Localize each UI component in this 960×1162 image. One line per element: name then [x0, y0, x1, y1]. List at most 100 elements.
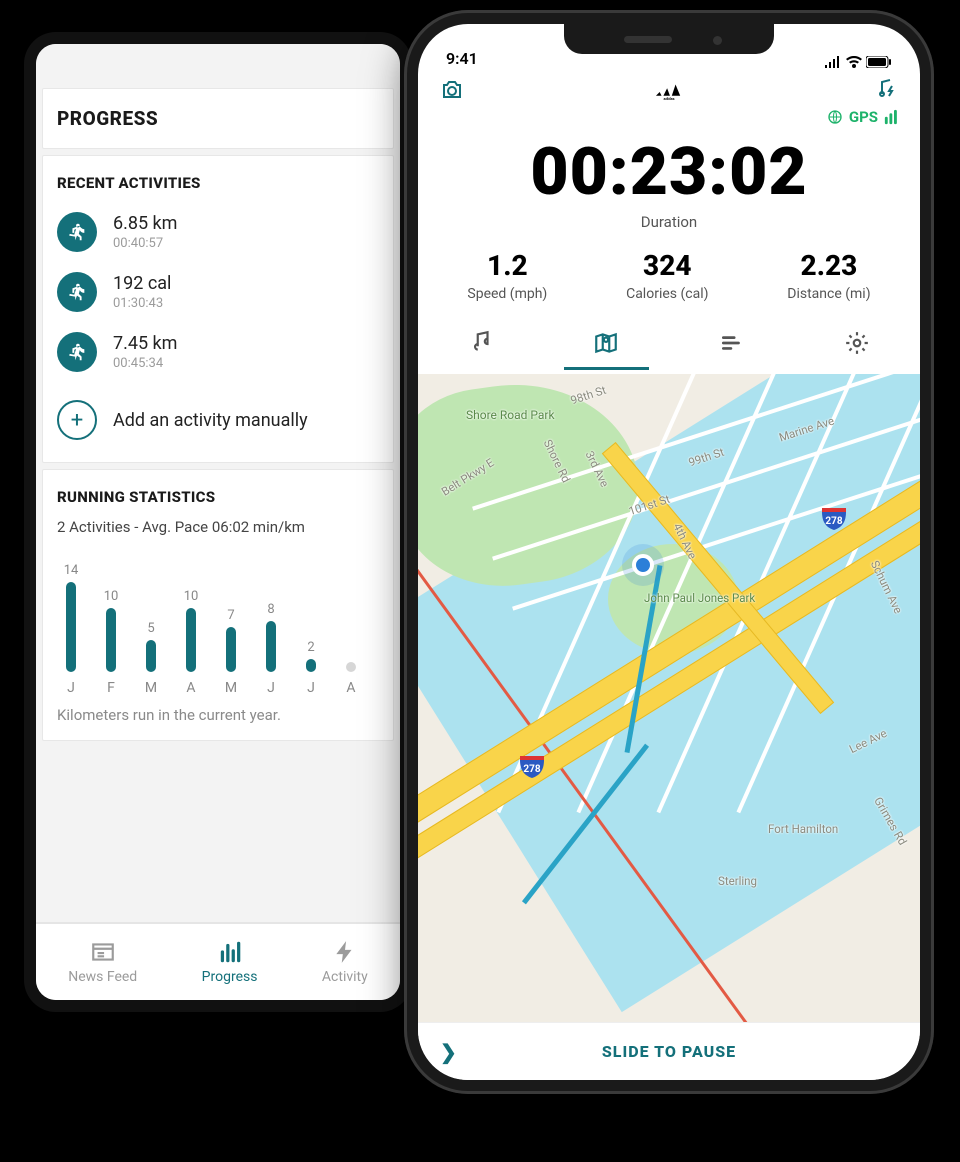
chart-month-label: J: [57, 680, 85, 696]
progress-icon: [217, 939, 243, 965]
tab-settings[interactable]: [795, 324, 921, 370]
slide-label: SLIDE TO PAUSE: [602, 1042, 736, 1061]
duration-timer: 00:23:02: [418, 134, 920, 211]
gps-indicator: GPS: [418, 108, 920, 126]
camera-button[interactable]: [438, 78, 466, 106]
progress-header-card: PROGRESS: [42, 88, 394, 149]
nav-label: Progress: [202, 969, 258, 985]
activity-screen: 9:41 adidas: [418, 24, 920, 1080]
iphone-notch: [564, 24, 774, 54]
duration-label: Duration: [418, 213, 920, 231]
interstate-shield-icon: 278: [518, 752, 546, 780]
iphone-frame: 9:41 adidas: [404, 10, 934, 1094]
chart-bar: 2: [297, 640, 325, 672]
android-phone-frame: PROGRESS RECENT ACTIVITIES 6.85 km 00:40…: [24, 32, 412, 1012]
activity-metric: 7.45 km: [113, 333, 177, 354]
tab-music[interactable]: [418, 324, 544, 370]
map-label-jpjones: John Paul Jones Park: [644, 592, 755, 605]
chart-bar: 7: [217, 608, 245, 672]
wifi-icon: [846, 56, 862, 68]
metrics-row: 1.2 Speed (mph) 324 Calories (cal) 2.23 …: [418, 249, 920, 302]
gps-label: GPS: [849, 108, 878, 126]
chart-month-label: F: [97, 680, 125, 696]
battery-icon: [866, 56, 892, 68]
metric-distance: 2.23 Distance (mi): [787, 249, 870, 302]
activity-row[interactable]: 7.45 km 00:45:34: [43, 322, 393, 382]
activity-icon: [332, 939, 358, 965]
chart-month-label: J: [297, 680, 325, 696]
page-title: PROGRESS: [43, 89, 393, 148]
nav-label: News Feed: [68, 969, 137, 985]
nav-activity[interactable]: Activity: [322, 939, 368, 985]
km-chart-caption: Kilometers run in the current year.: [43, 698, 393, 740]
camera-icon: [438, 78, 466, 102]
android-status-bar: [36, 44, 400, 82]
bottom-nav: News Feed Progress Activity: [36, 922, 400, 1000]
activity-duration: 00:40:57: [113, 236, 177, 251]
running-statistics-card: RUNNING STATISTICS 2 Activities - Avg. P…: [42, 469, 394, 741]
chart-bar: [337, 643, 365, 672]
activity-duration: 00:45:34: [113, 356, 177, 371]
recent-activities-card: RECENT ACTIVITIES 6.85 km 00:40:57: [42, 155, 394, 463]
signal-bars-icon: [884, 109, 900, 125]
add-activity-label: Add an activity manually: [113, 410, 308, 431]
chart-month-label: M: [137, 680, 165, 696]
running-icon: [57, 272, 97, 312]
metric-label: Speed (mph): [467, 286, 547, 302]
km-bar-chart-months: JFMAMJJA: [43, 676, 393, 698]
metric-value: 1.2: [467, 249, 547, 282]
km-bar-chart: 1410510782: [43, 546, 393, 676]
activity-row[interactable]: 6.85 km 00:40:57: [43, 202, 393, 262]
chevron-right-icon: ❯: [440, 1040, 458, 1064]
chart-month-label: A: [177, 680, 205, 696]
svg-text:adidas: adidas: [663, 97, 674, 101]
music-bolt-icon: [872, 78, 900, 102]
activity-metric: 192 cal: [113, 273, 171, 294]
nav-progress[interactable]: Progress: [202, 939, 258, 985]
metric-value: 2.23: [787, 249, 870, 282]
map-label-fort-hamilton: Fort Hamilton: [768, 822, 838, 836]
nav-label: Activity: [322, 969, 368, 985]
music-button[interactable]: [872, 78, 900, 106]
metric-calories: 324 Calories (cal): [626, 249, 708, 302]
chart-month-label: M: [217, 680, 245, 696]
current-location-dot: [632, 554, 654, 576]
chart-bar: 8: [257, 602, 285, 672]
svg-text:278: 278: [825, 516, 842, 527]
plus-icon: +: [57, 400, 97, 440]
chart-month-label: J: [257, 680, 285, 696]
map-label-shore-road-park: Shore Road Park: [466, 408, 555, 422]
metric-value: 324: [626, 249, 708, 282]
chart-bar: 10: [97, 589, 125, 672]
nav-news-feed[interactable]: News Feed: [68, 939, 137, 985]
running-statistics-subtitle: 2 Activities - Avg. Pace 06:02 min/km: [43, 516, 393, 546]
news-feed-icon: [90, 939, 116, 965]
activity-tab-row: [418, 320, 920, 374]
interstate-shield-icon: 278: [820, 504, 848, 532]
map-view[interactable]: Shore Road Park Belt Pkwy E Shore Rd 3rd…: [418, 374, 920, 1022]
svg-text:278: 278: [523, 764, 540, 775]
tab-map[interactable]: [544, 324, 670, 370]
chart-bar: 10: [177, 589, 205, 672]
status-time: 9:41: [446, 49, 478, 68]
gear-icon: [844, 330, 870, 356]
running-statistics-title: RUNNING STATISTICS: [43, 470, 393, 516]
splits-icon: [719, 330, 745, 356]
slide-to-pause[interactable]: ❯ SLIDE TO PAUSE: [418, 1022, 920, 1080]
running-icon: [57, 212, 97, 252]
map-icon: [593, 330, 619, 356]
metric-label: Calories (cal): [626, 286, 708, 302]
activity-duration: 01:30:43: [113, 296, 171, 311]
music-note-icon: [468, 330, 494, 356]
metric-label: Distance (mi): [787, 286, 870, 302]
activity-row[interactable]: 192 cal 01:30:43: [43, 262, 393, 322]
recent-activities-title: RECENT ACTIVITIES: [43, 156, 393, 202]
metric-speed: 1.2 Speed (mph): [467, 249, 547, 302]
app-top-bar: adidas: [418, 72, 920, 108]
chart-bar: 5: [137, 621, 165, 672]
cellular-icon: [824, 56, 842, 68]
map-label-sterling: Sterling: [718, 874, 757, 888]
adidas-logo: adidas: [655, 80, 683, 104]
add-activity-button[interactable]: + Add an activity manually: [43, 382, 393, 462]
tab-splits[interactable]: [669, 324, 795, 370]
